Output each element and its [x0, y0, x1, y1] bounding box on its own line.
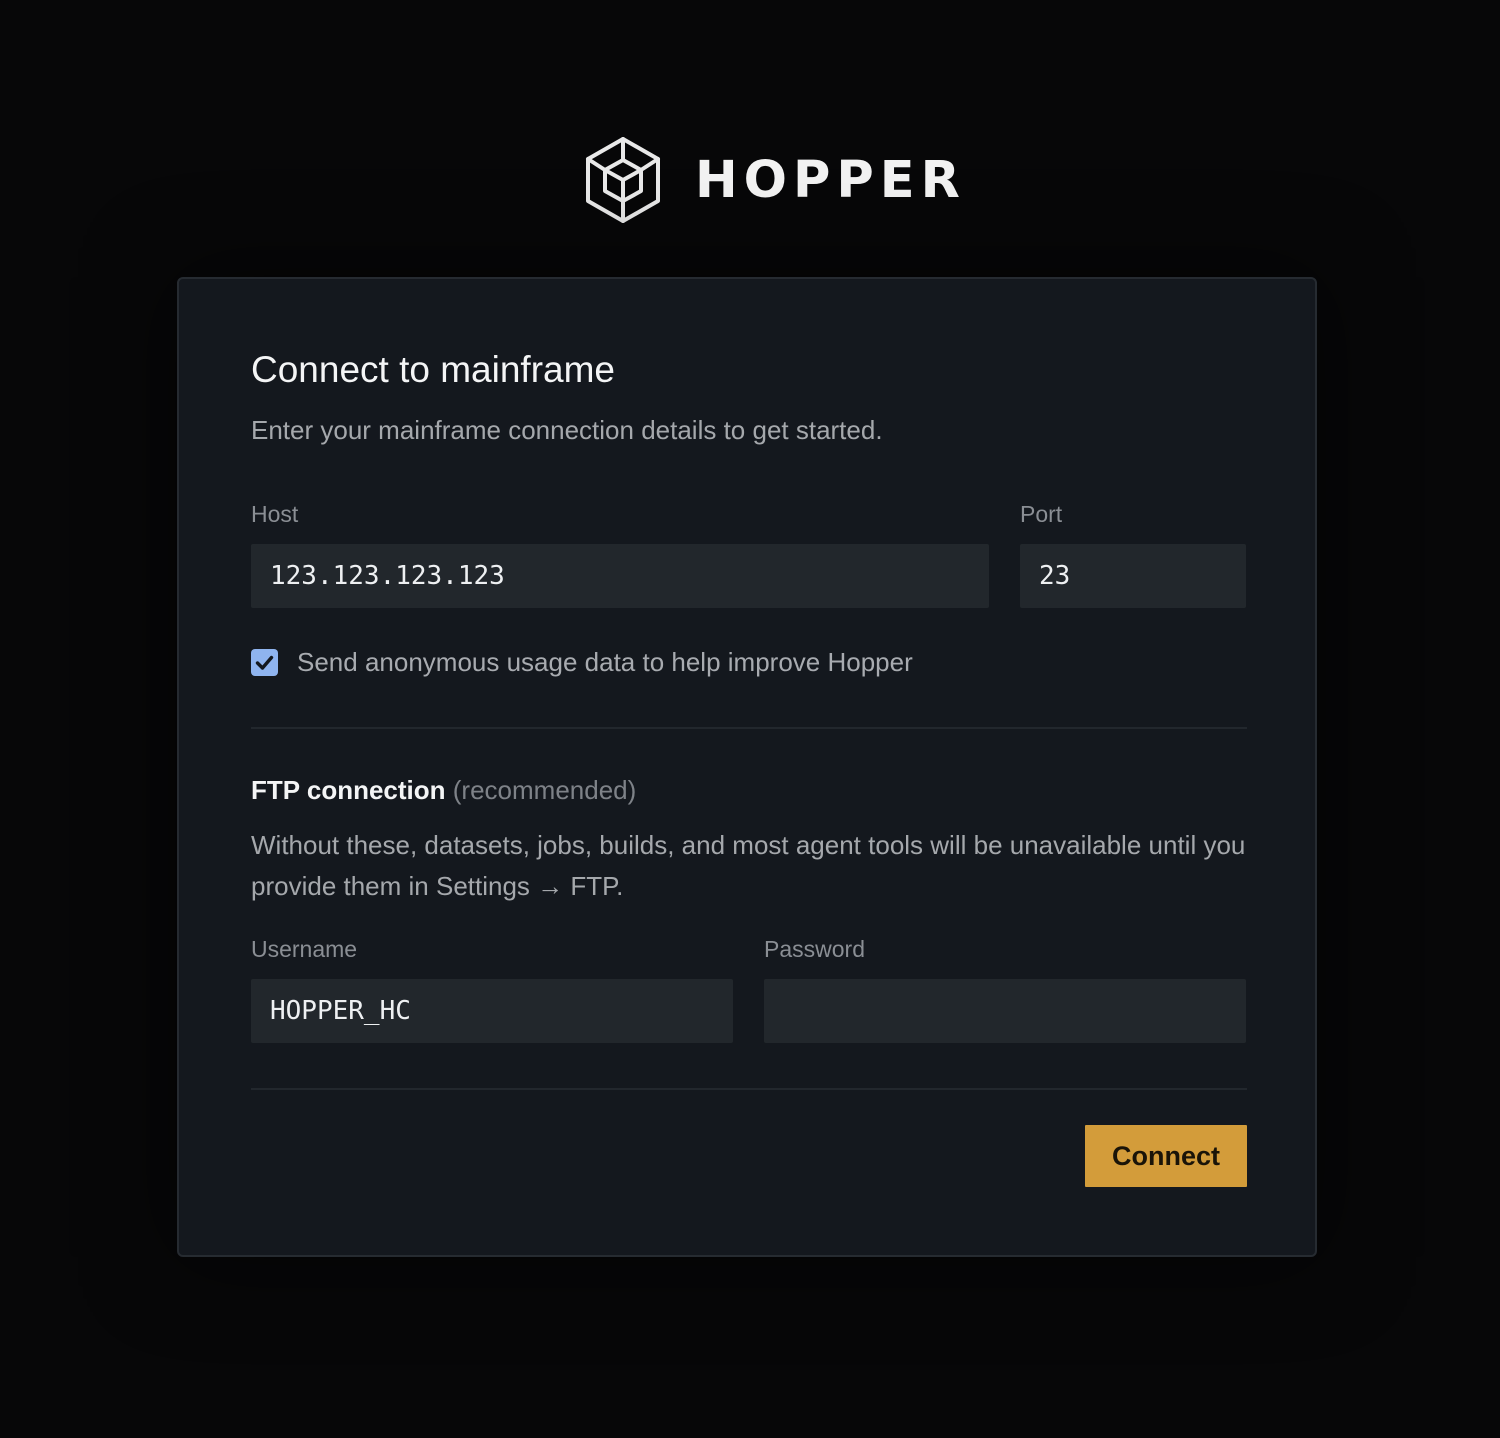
port-label: Port — [1020, 501, 1063, 527]
port-input[interactable] — [1020, 544, 1246, 608]
ftp-description: Without these, datasets, jobs, builds, a… — [251, 830, 1246, 901]
brand-header: HOPPER — [585, 136, 966, 224]
ftp-section-title: FTP connection (recommended) — [251, 775, 636, 806]
connect-card: Connect to mainframe Enter your mainfram… — [177, 277, 1317, 1257]
telemetry-checkbox[interactable] — [251, 649, 278, 676]
section-divider — [251, 727, 1247, 729]
brand-name: HOPPER — [695, 150, 966, 210]
ftp-title: FTP connection — [251, 775, 446, 805]
checkmark-icon — [255, 655, 274, 670]
username-label: Username — [251, 936, 358, 962]
telemetry-label[interactable]: Send anonymous usage data to help improv… — [297, 647, 913, 678]
connect-button[interactable]: Connect — [1085, 1125, 1247, 1187]
isometric-cube-icon — [586, 137, 660, 223]
username-input[interactable] — [251, 979, 733, 1043]
page-subtitle: Enter your mainframe connection details … — [251, 415, 883, 445]
page-title: Connect to mainframe — [251, 349, 616, 390]
footer-divider — [251, 1088, 1247, 1090]
password-input[interactable] — [764, 979, 1246, 1043]
host-label: Host — [251, 501, 299, 527]
host-input[interactable] — [251, 544, 989, 608]
ftp-hint: (recommended) — [452, 775, 637, 805]
password-label: Password — [764, 936, 865, 962]
